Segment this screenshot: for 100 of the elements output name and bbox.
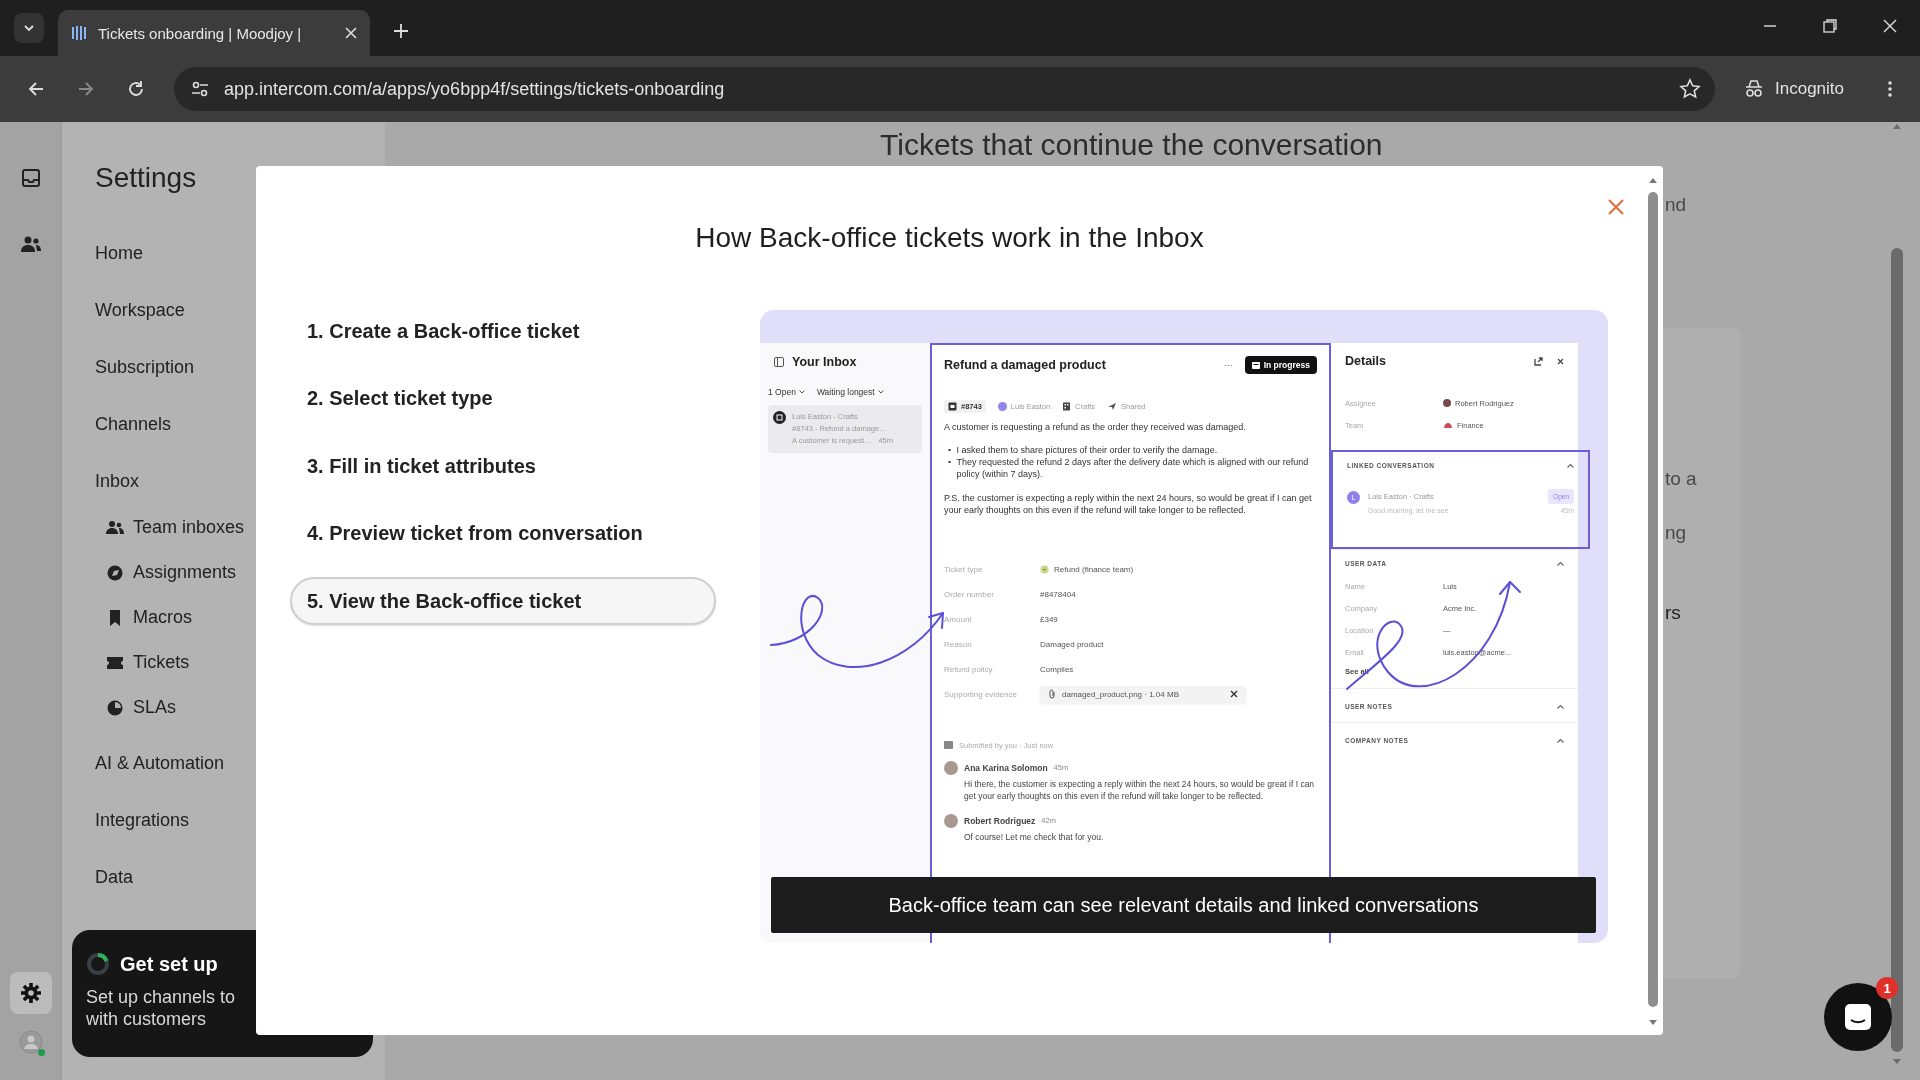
message-text: Hi there, the customer is expecting a reply within the next 24 hours, so would be great if I can get your early thoughts on this even if the refund will take longer to be reflected. bbox=[963, 777, 1316, 803]
settings-icon bbox=[19, 982, 42, 1004]
tab-list-button[interactable] bbox=[14, 13, 44, 43]
external-link-icon[interactable] bbox=[1534, 356, 1543, 366]
message-author: Robert Rodriguez bbox=[964, 815, 1036, 826]
browser-tab[interactable]: Tickets onboarding | Moodjoy | bbox=[58, 10, 370, 56]
nav-item[interactable]: Integrations bbox=[95, 796, 190, 844]
settings-button[interactable] bbox=[9, 972, 52, 1014]
incognito-icon bbox=[1743, 78, 1765, 100]
bars-icon bbox=[70, 24, 88, 42]
settings-title: Settings bbox=[95, 161, 198, 195]
incognito-button[interactable]: Incognito bbox=[1729, 69, 1858, 109]
nav-subitem[interactable]: Team inboxes bbox=[106, 505, 245, 550]
tab-title: Tickets onboarding | Moodjoy | bbox=[98, 24, 303, 42]
page-heading: Tickets that continue the conversation bbox=[880, 128, 1384, 162]
avatar-icon bbox=[1443, 399, 1451, 407]
attribute-value: £349 bbox=[1040, 614, 1059, 624]
bullet-icon bbox=[948, 448, 951, 451]
attribute-label: Reason bbox=[944, 639, 973, 649]
chevron-down-icon bbox=[877, 390, 884, 394]
step-tab[interactable]: 2. Select ticket type bbox=[290, 374, 716, 423]
restore-icon[interactable] bbox=[1822, 18, 1838, 34]
paperclip-icon bbox=[1048, 689, 1056, 699]
nav-item[interactable]: Data bbox=[95, 853, 134, 901]
attribute-label: Supporting evidence bbox=[944, 689, 1018, 699]
photo-placeholder bbox=[944, 760, 958, 775]
step-tab[interactable]: 5. View the Back-office ticket bbox=[290, 577, 716, 625]
scrollbar-thumb[interactable] bbox=[1648, 192, 1658, 1007]
attribute-value: Damaged product bbox=[1040, 639, 1105, 649]
status-icon bbox=[1251, 361, 1260, 369]
filter-dropdown[interactable]: 1 Open bbox=[768, 387, 805, 397]
ticket-icon bbox=[948, 402, 957, 411]
scroll-down-icon[interactable] bbox=[1648, 1019, 1658, 1027]
nav-item[interactable]: Home bbox=[95, 229, 143, 277]
caret-up-icon[interactable] bbox=[1557, 738, 1564, 743]
step-tab[interactable]: 3. Fill in ticket attributes bbox=[290, 442, 716, 490]
people-icon[interactable] bbox=[19, 234, 42, 254]
nav-subitem[interactable]: SLAs bbox=[106, 685, 177, 730]
chat-icon bbox=[1843, 1002, 1873, 1032]
close-icon[interactable] bbox=[1557, 357, 1564, 365]
nav-item[interactable]: Subscription bbox=[95, 343, 195, 391]
bullet-text: I asked them to share pictures of their order to verify the damage. bbox=[956, 443, 1218, 456]
caption-banner: Back-office team can see relevant details and linked conversations bbox=[771, 877, 1596, 933]
attribute-label: Ticket type bbox=[944, 564, 984, 574]
status-badge[interactable]: In progress bbox=[1244, 356, 1317, 374]
bullet-text: They requested the refund 2 days after the delivery date which is aligned with our refund policy (within 7 days). bbox=[956, 455, 1310, 480]
tune-icon[interactable] bbox=[190, 79, 210, 99]
caret-up-icon[interactable] bbox=[1557, 704, 1564, 709]
attachment-name: damaged_product.png · 1.04 MB bbox=[1062, 689, 1179, 699]
ticket-description: A customer is requesting a refund as the order they received was damaged. bbox=[944, 421, 1247, 434]
status-text: In progress bbox=[1263, 360, 1310, 370]
panel-title: Your Inbox bbox=[792, 355, 857, 369]
attribute-label: Order number bbox=[944, 589, 995, 599]
plus-icon[interactable] bbox=[392, 22, 410, 40]
filter-dropdown[interactable]: Waiting longest bbox=[816, 387, 884, 397]
bullet-icon bbox=[948, 460, 951, 463]
nav-item[interactable]: Channels bbox=[95, 400, 172, 448]
avatar-icon bbox=[773, 411, 786, 424]
attachment-chip[interactable]: damaged_product.png · 1.04 MB bbox=[1040, 685, 1246, 703]
attribute-label: Amount bbox=[944, 614, 973, 624]
modal-title: How Back-office tickets work in the Inbox bbox=[694, 221, 1205, 255]
nav-item[interactable]: Inbox bbox=[95, 457, 140, 505]
building-icon bbox=[1062, 402, 1072, 411]
refund-icon bbox=[1040, 564, 1049, 574]
text-fragment: rs bbox=[1665, 602, 1681, 624]
message-text: Of course! Let me check that for you. bbox=[963, 830, 1105, 843]
caret-up-icon[interactable] bbox=[1567, 463, 1574, 468]
team-icon bbox=[1443, 421, 1453, 429]
ticket-title: Refund a damaged product bbox=[944, 358, 1107, 372]
nav-subitem[interactable]: Macros bbox=[106, 595, 192, 640]
reload-icon[interactable] bbox=[126, 79, 146, 99]
note-icon bbox=[944, 741, 953, 749]
progress-ring-icon bbox=[86, 952, 110, 976]
notification-badge: 1 bbox=[1876, 977, 1898, 999]
nav-subitem[interactable]: Assignments bbox=[106, 550, 237, 595]
more-button[interactable]: ··· bbox=[1223, 360, 1233, 370]
step-tab[interactable]: 1. Create a Back-office ticket bbox=[290, 307, 716, 355]
message-author: Ana Karina Solomon bbox=[964, 762, 1048, 773]
address-bar[interactable]: app.intercom.com/a/apps/yo6bpp4f/settings/tickets-onboarding bbox=[174, 67, 1715, 111]
panel-title: Details bbox=[1345, 354, 1387, 368]
attribute-value: #8478404 bbox=[1040, 589, 1077, 599]
nav-item-icon bbox=[106, 698, 124, 717]
nav-subitem[interactable]: Tickets bbox=[106, 640, 190, 685]
remove-icon[interactable] bbox=[1230, 690, 1238, 698]
text-fragment: ng bbox=[1665, 522, 1687, 544]
scrollbar-thumb[interactable] bbox=[1891, 248, 1903, 1052]
inbox-icon[interactable] bbox=[20, 168, 41, 188]
url-text: app.intercom.com/a/apps/yo6bpp4f/settings/tickets-onboarding bbox=[224, 78, 726, 100]
star-icon[interactable] bbox=[1679, 78, 1701, 100]
heading-fragment: nd bbox=[1665, 194, 1688, 216]
nav-item[interactable]: AI & Automation bbox=[95, 739, 225, 787]
nav-item[interactable]: Workspace bbox=[95, 286, 185, 334]
chevron-down-icon bbox=[798, 390, 805, 394]
attribute-value: Refund (finance team) bbox=[1054, 564, 1134, 574]
caret-up-icon[interactable] bbox=[1557, 561, 1564, 566]
setup-title: Get set up bbox=[120, 952, 218, 976]
step-tab[interactable]: 4. Preview ticket from conversation bbox=[290, 509, 716, 558]
close-icon bbox=[1607, 198, 1625, 216]
text-fragment: to a bbox=[1665, 468, 1697, 490]
scroll-up-icon[interactable] bbox=[1648, 176, 1658, 184]
